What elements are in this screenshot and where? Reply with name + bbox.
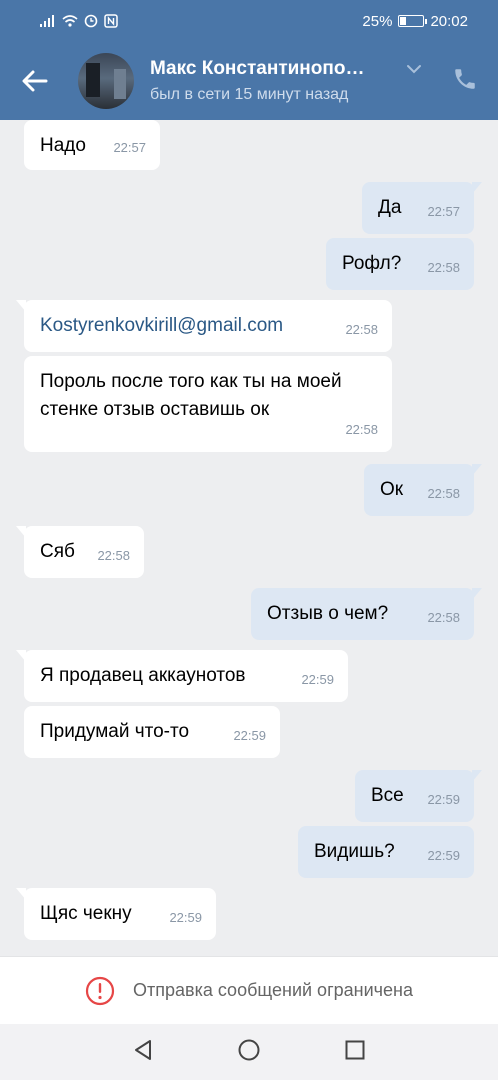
message-incoming[interactable]: Kostyrenkovkirill@gmail.com 22:58 [16,300,392,352]
messaging-restricted-banner: Отправка сообщений ограничена [0,956,498,1024]
message-time: 22:57 [427,204,460,219]
status-right: 25% 20:02 [362,13,468,30]
nfc-icon [104,14,118,28]
nav-recents-icon [345,1040,365,1059]
message-time: 22:58 [427,486,460,501]
nav-back-button[interactable] [131,1038,155,1067]
message-incoming[interactable]: Пороль после того как ты на моей стенке … [24,356,392,452]
back-arrow-icon [22,70,48,92]
nav-home-button[interactable] [237,1038,261,1067]
message-incoming[interactable]: Придумай что-то 22:59 [24,706,280,758]
battery-percent: 25% [362,12,393,30]
message-time: 22:57 [113,140,146,155]
message-outgoing[interactable]: Все 22:59 [355,770,482,822]
chevron-down-icon [407,65,421,74]
signal-icon [40,15,54,27]
message-time: 22:59 [427,848,460,863]
message-incoming[interactable]: Сяб 22:58 [16,526,144,578]
battery-icon [398,15,428,27]
chat-menu-button[interactable] [406,61,422,79]
contact-name: Макс Константинопо… [150,58,365,79]
message-time: 22:58 [427,260,460,275]
contact-info[interactable]: Макс Константинопо… был в сети 15 минут … [150,58,400,104]
message-incoming[interactable]: Я продавец аккаунотов 22:59 [16,650,348,702]
data-saver-icon [84,14,98,28]
status-icons [40,14,118,28]
clock: 20:02 [430,12,468,30]
message-outgoing[interactable]: Да 22:57 [362,182,482,234]
phone-icon [455,68,475,89]
message-outgoing[interactable]: Ок 22:58 [364,464,482,516]
message-list[interactable]: Надо 22:57 Да 22:57 Рофл? 22:58 Kostyren… [0,120,498,956]
message-text: Пороль после того как ты на моей стенке … [40,371,342,420]
avatar[interactable] [78,53,134,109]
contact-status: был в сети 15 минут назад [150,86,349,103]
restriction-text: Отправка сообщений ограничена [133,980,413,1000]
call-button[interactable] [452,66,478,97]
email-link[interactable]: Kostyrenkovkirill@gmail.com [40,300,376,340]
message-outgoing[interactable]: Видишь? 22:59 [298,826,474,878]
message-outgoing[interactable]: Рофл? 22:58 [326,238,474,290]
wifi-icon [62,15,78,27]
chat-header: Макс Константинопо… был в сети 15 минут … [0,42,498,120]
message-time: 22:58 [345,422,378,437]
nav-back-icon [135,1039,151,1060]
message-time: 22:58 [345,322,378,337]
message-time: 22:59 [233,728,266,743]
nav-home-icon [238,1039,260,1060]
nav-recents-button[interactable] [343,1038,367,1067]
message-incoming[interactable]: Щяс чекну 22:59 [16,888,216,940]
warning-icon [85,976,115,1005]
message-text: Я продавец аккаунотов [40,665,246,686]
message-incoming[interactable]: Надо 22:57 [24,120,160,170]
message-time: 22:59 [169,910,202,925]
message-time: 22:58 [427,610,460,625]
message-time: 22:59 [427,792,460,807]
message-text: Придумай что-то [40,721,190,742]
message-time: 22:58 [97,548,130,563]
system-nav-bar [0,1024,498,1080]
message-time: 22:59 [301,672,334,687]
back-button[interactable] [0,42,70,120]
message-outgoing[interactable]: Отзыв о чем? 22:58 [251,588,482,640]
status-bar: 25% 20:02 [0,0,498,42]
